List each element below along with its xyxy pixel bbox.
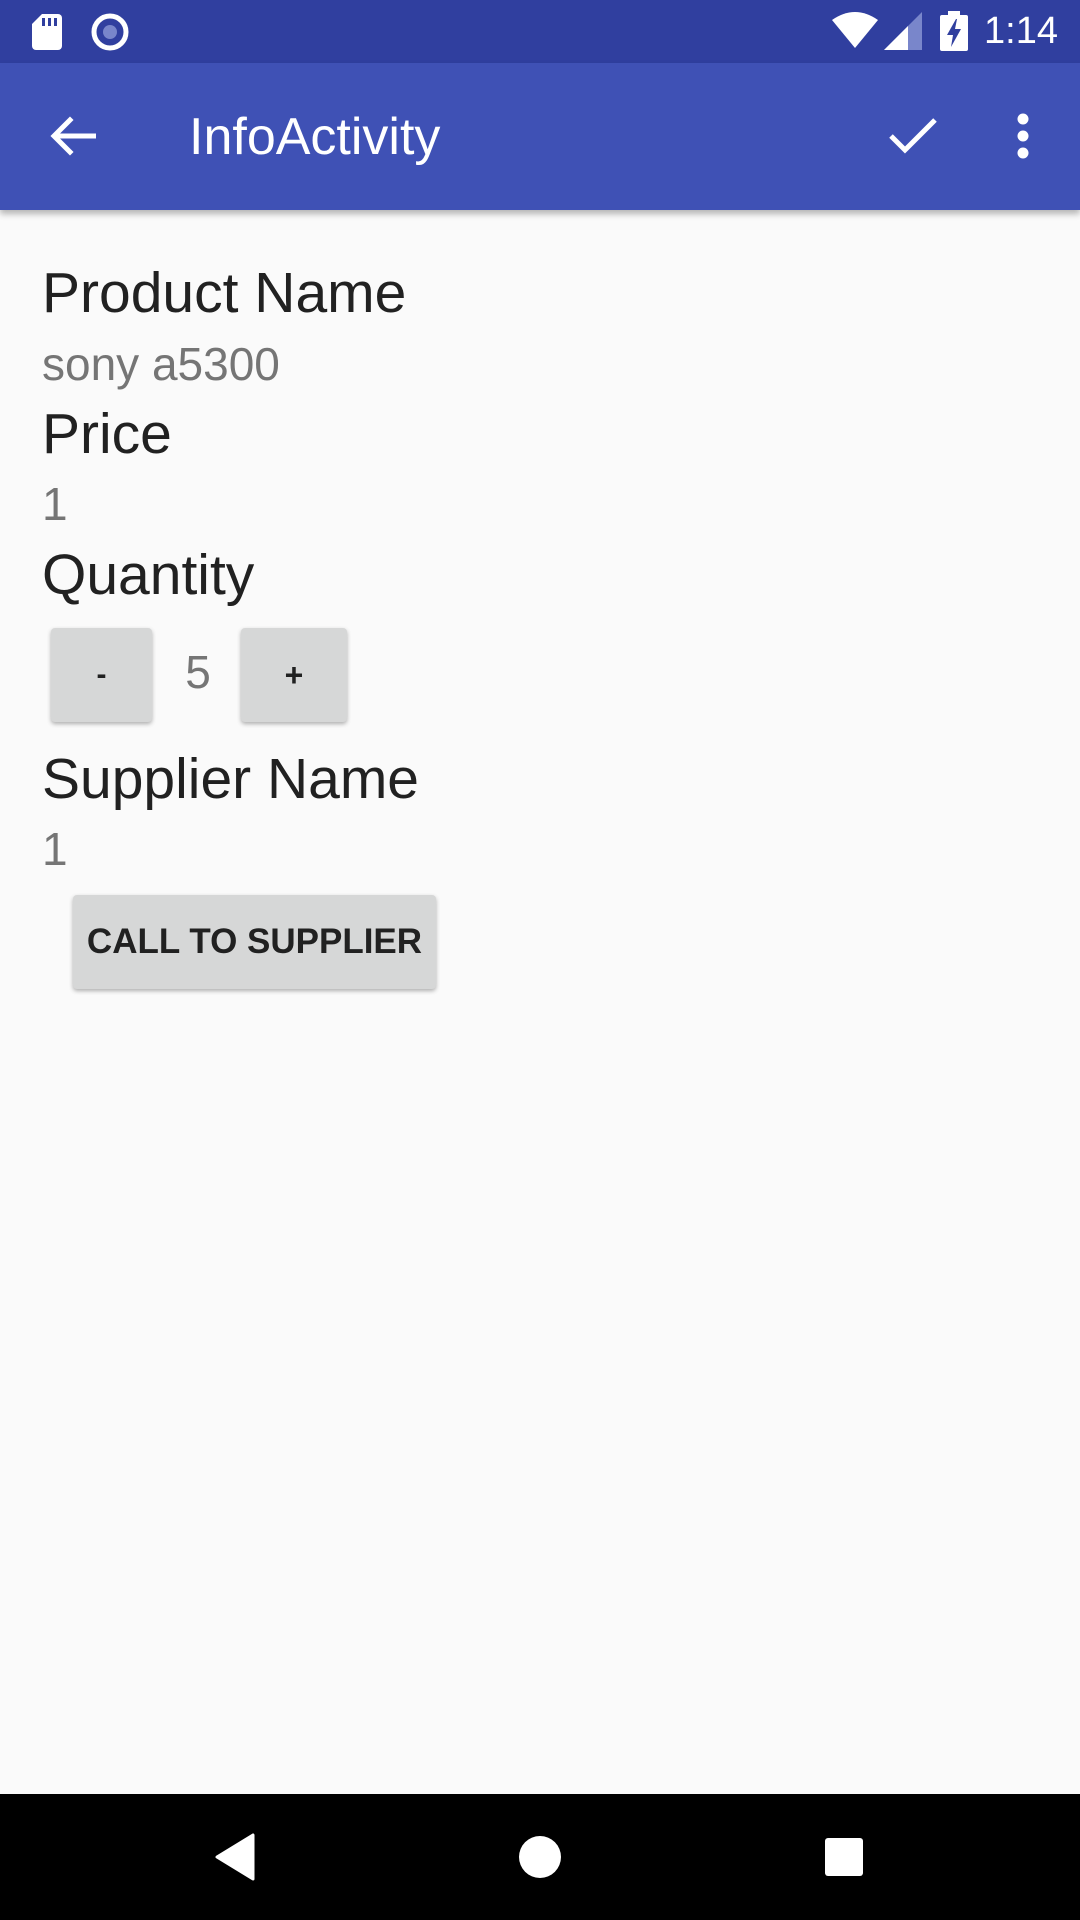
sd-card-icon <box>32 14 62 50</box>
back-arrow-icon <box>50 116 96 156</box>
decrement-quantity-button[interactable]: - <box>51 628 152 722</box>
navigation-bar <box>0 1794 1080 1920</box>
more-vert-icon <box>1017 113 1029 159</box>
status-clock: 1:14 <box>984 10 1058 52</box>
back-button[interactable] <box>36 99 110 173</box>
call-supplier-button[interactable]: CALL TO SUPPLIER <box>73 895 436 989</box>
price-label: Price <box>42 402 172 466</box>
nav-home-icon <box>519 1836 561 1878</box>
product-name-label: Product Name <box>42 261 407 325</box>
status-bar: 1:14 <box>0 0 1080 63</box>
check-icon <box>889 118 937 154</box>
more-options-button[interactable] <box>986 99 1060 173</box>
product-name-value: sony a5300 <box>42 338 280 390</box>
save-button[interactable] <box>876 99 950 173</box>
nav-back-button[interactable] <box>196 1817 276 1897</box>
nav-recents-icon <box>825 1838 863 1876</box>
radio-icon <box>91 13 129 51</box>
battery-charging-icon <box>940 11 968 51</box>
increment-quantity-button[interactable]: + <box>241 628 347 722</box>
signal-icon <box>884 12 922 50</box>
supplier-name-value: 1 <box>42 823 68 875</box>
info-activity-screen: 1:14 InfoActivity Product Name sony a530… <box>0 0 1080 1920</box>
nav-back-icon <box>215 1833 255 1881</box>
supplier-name-label: Supplier Name <box>42 747 420 811</box>
quantity-value: 5 <box>185 646 211 698</box>
nav-home-button[interactable] <box>500 1817 580 1897</box>
nav-recents-button[interactable] <box>804 1817 884 1897</box>
app-bar: InfoActivity <box>0 63 1080 210</box>
price-value: 1 <box>42 478 68 530</box>
page-title: InfoActivity <box>189 108 441 166</box>
quantity-label: Quantity <box>42 543 255 607</box>
wifi-icon <box>832 12 878 48</box>
